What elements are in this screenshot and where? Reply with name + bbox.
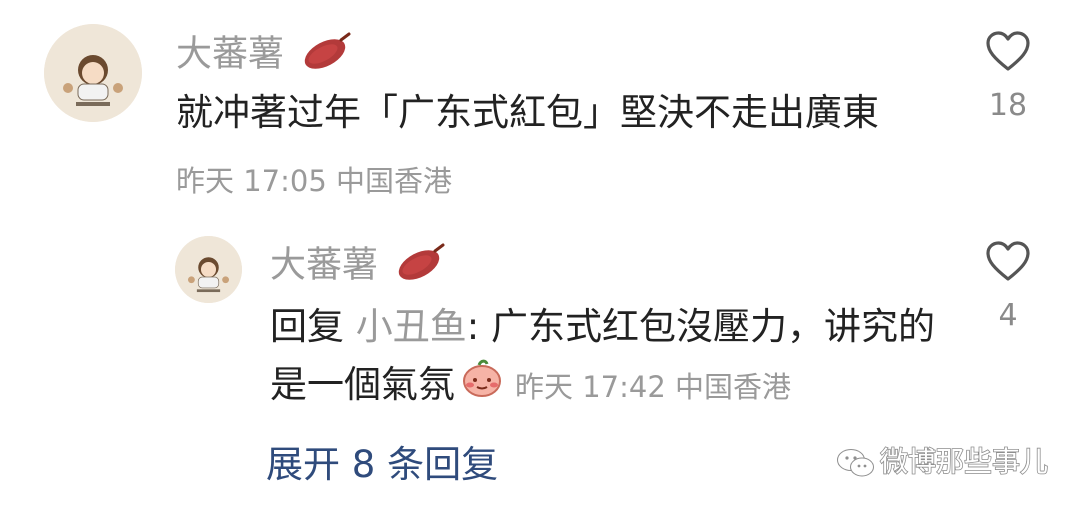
sweet-potato-icon [301, 32, 353, 79]
reply-like-button[interactable]: 4 [978, 240, 1038, 333]
expand-replies-link[interactable]: 展开 8 条回复 [266, 434, 498, 488]
like-button[interactable]: 18 [978, 30, 1038, 123]
comment-meta: 昨天 17:05 中国香港 [176, 164, 453, 198]
reply-avatar[interactable] [175, 236, 242, 303]
sweet-potato-icon [395, 243, 447, 290]
watermark-text: 微博那些事儿 [879, 444, 1049, 479]
reply-like-count: 4 [998, 298, 1018, 333]
reply-text: 回复 小丑鱼: 广东式红包沒壓力，讲究的是一個氣氛 昨天 17:42 中国香港 [270, 298, 950, 416]
heart-outline-icon[interactable] [985, 31, 1031, 76]
shy-face-emoji [459, 358, 505, 416]
reply-target-user[interactable]: 小丑鱼 [356, 305, 467, 348]
comment-username[interactable]: 大蕃薯 [176, 32, 353, 79]
watermark: 微博那些事儿 [836, 440, 1049, 480]
reply-meta: 昨天 17:42 中国香港 [515, 370, 792, 404]
reply-username-text[interactable]: 大蕃薯 [270, 245, 378, 286]
wechat-icon [836, 449, 874, 477]
username-text[interactable]: 大蕃薯 [176, 34, 284, 75]
reply-username[interactable]: 大蕃薯 [270, 243, 447, 290]
avatar[interactable] [44, 24, 142, 122]
comment-text: 就冲著过年「广东式紅包」堅決不走出廣東 [176, 91, 879, 134]
like-count: 18 [988, 88, 1028, 123]
reply-prefix: 回复 [270, 305, 344, 348]
heart-outline-icon[interactable] [985, 241, 1031, 286]
